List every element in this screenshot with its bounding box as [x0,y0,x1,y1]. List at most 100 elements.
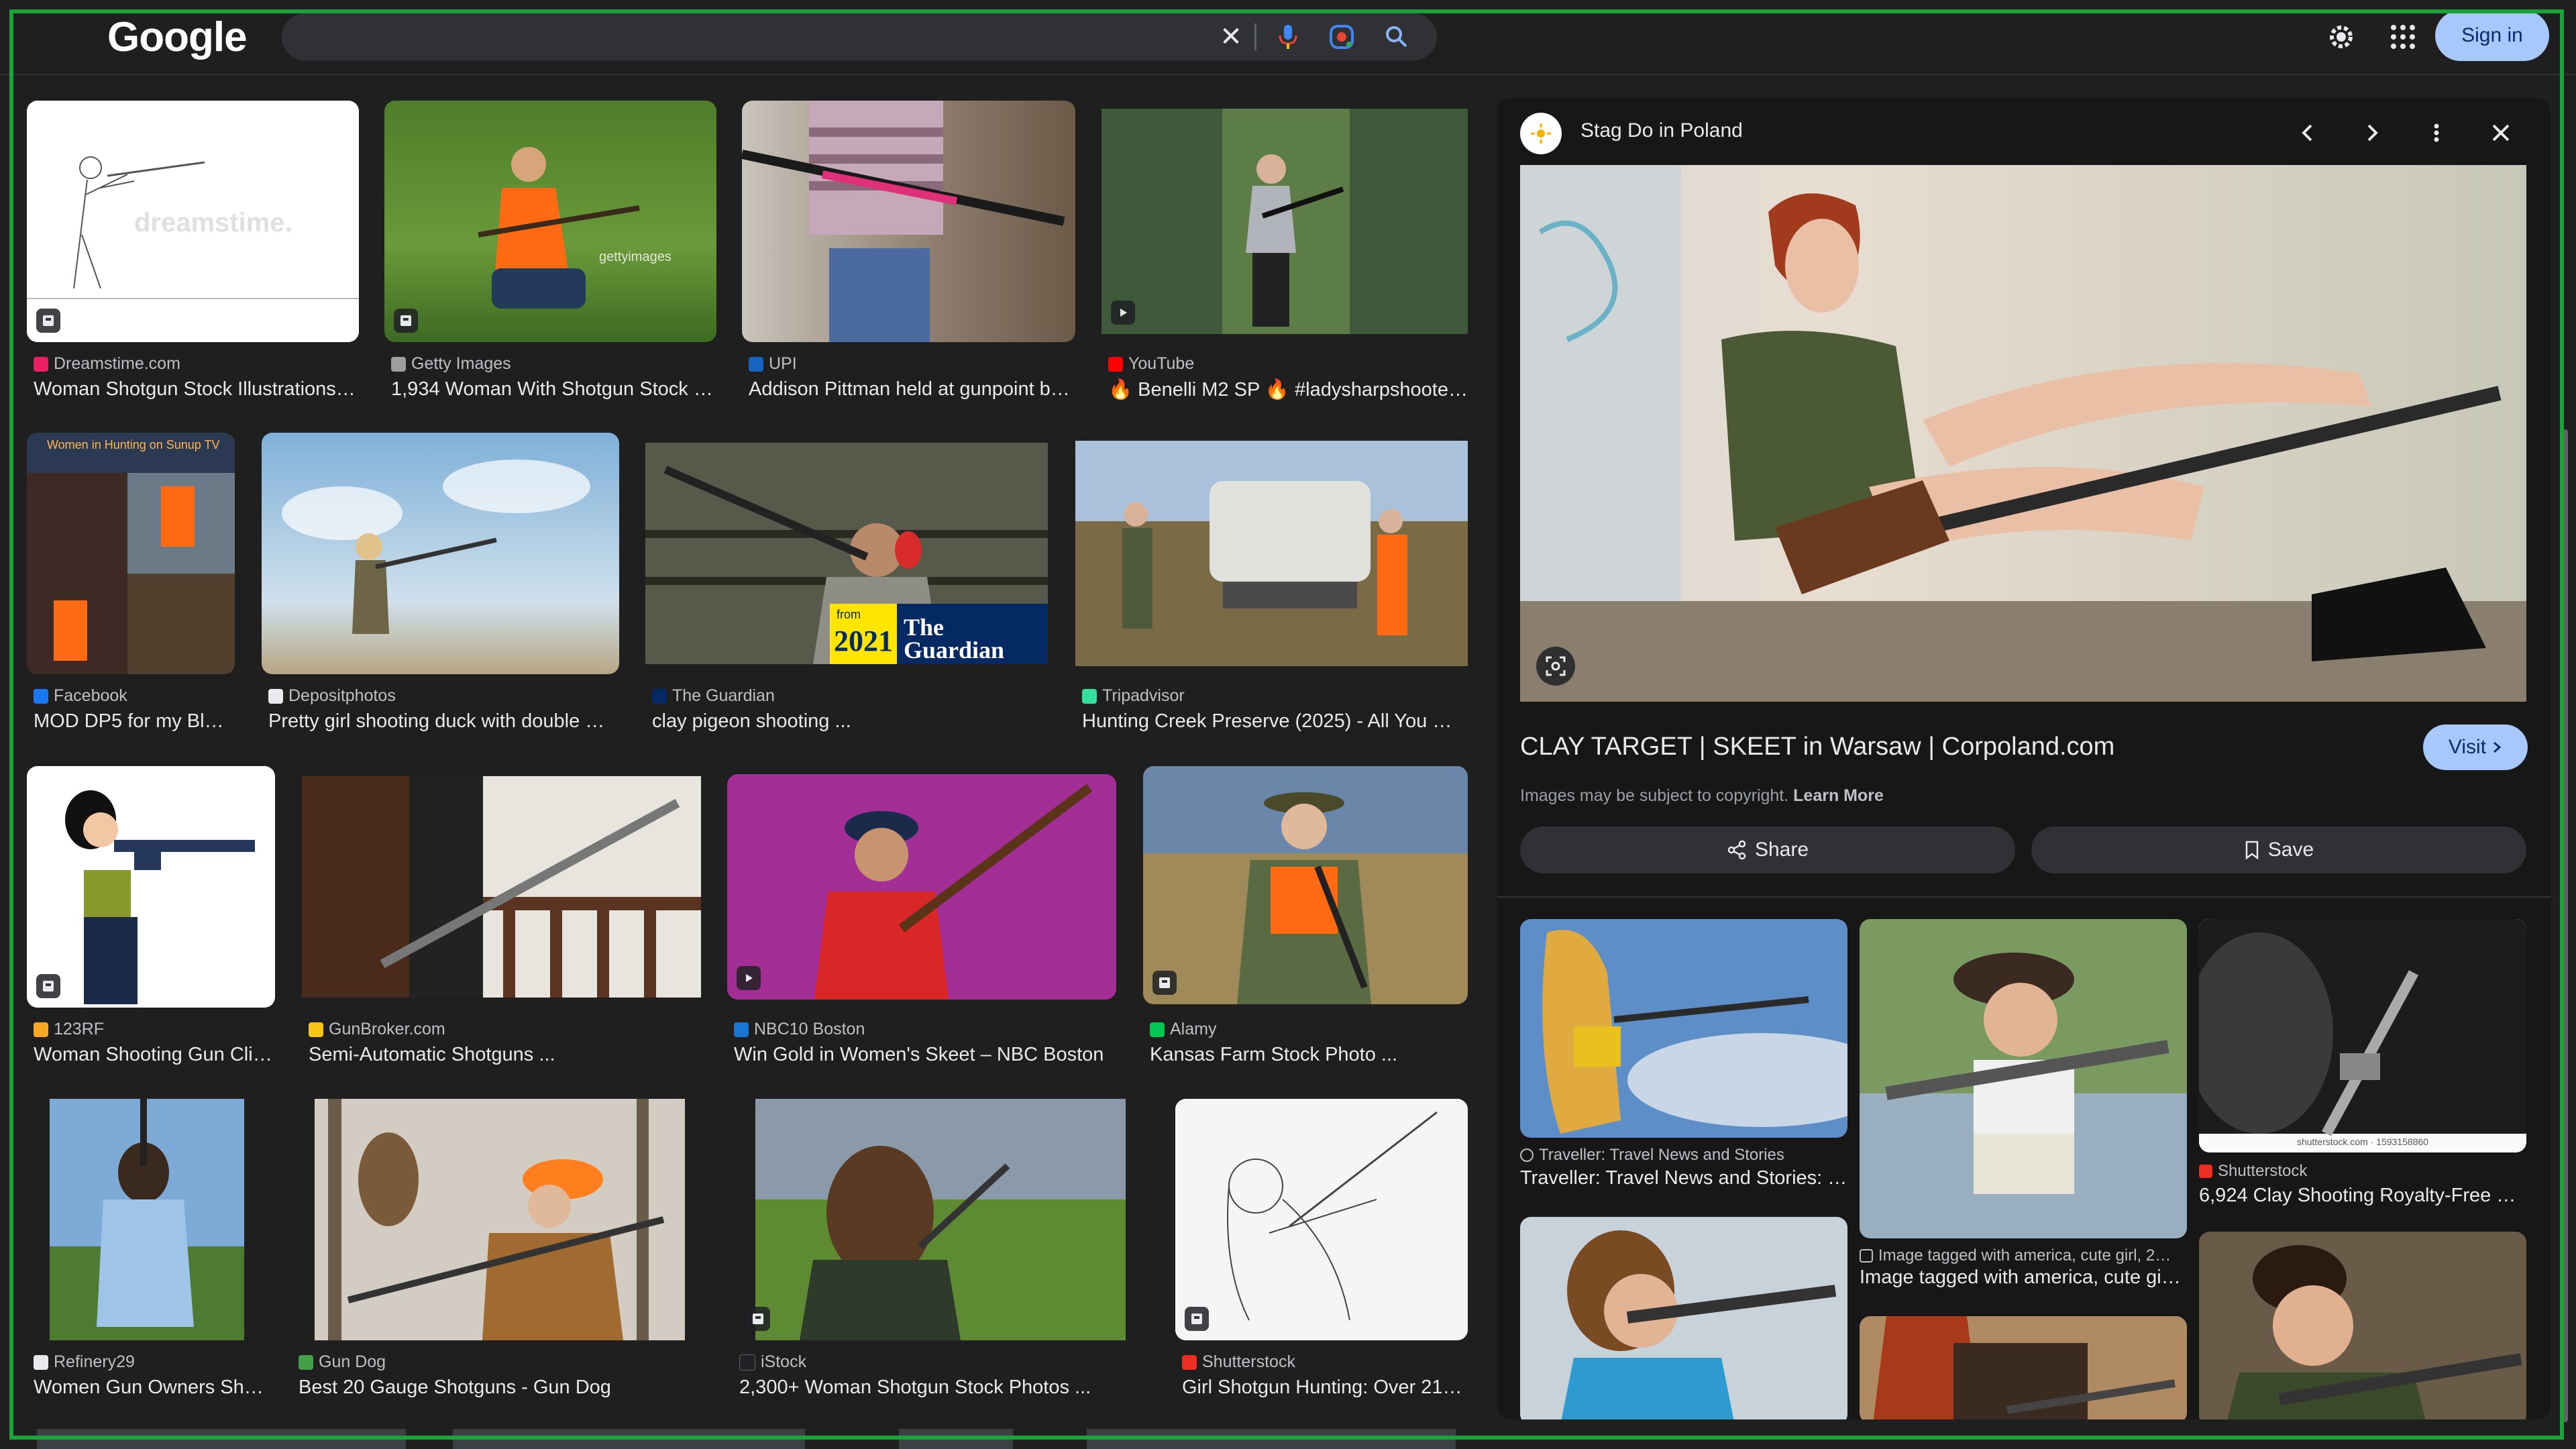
result-title[interactable]: clay pigeon shooting ... [652,710,1048,733]
result-title[interactable]: Pretty girl shooting duck with double … [268,710,621,733]
related-thumbnail[interactable] [1860,919,2187,1238]
panel-header: Stag Do in Poland [1497,98,2551,165]
related-result-card[interactable] [1860,1316,2187,1419]
result-thumbnail[interactable] [1175,1099,1468,1340]
result-thumbnail[interactable] [733,1099,1148,1340]
panel-divider [1497,896,2551,898]
result-thumbnail[interactable] [1143,766,1468,1004]
lens-search-icon[interactable] [1536,647,1575,686]
visit-button[interactable]: Visit [2423,724,2528,770]
result-thumbnail[interactable]: gettyimages [384,101,716,342]
result-thumbnail[interactable]: dreamstime. [27,101,359,342]
result-card[interactable]: Shutterstock Girl Shotgun Hunting: Over … [1175,1099,1468,1407]
site-favicon-icon [1520,113,1562,154]
result-thumbnail[interactable] [1075,441,1468,666]
related-thumbnail[interactable]: shutterstock.com · 1593158860 [2199,919,2526,1152]
chevron-right-icon[interactable] [2353,114,2391,152]
result-card[interactable]: 123RF Woman Shooting Gun Cli… [27,766,275,1075]
favicon-icon [299,1354,313,1370]
result-card[interactable]: dreamstime. Dreamstime.com Woman Shotgun… [27,101,359,409]
result-thumbnail[interactable] [262,433,619,674]
result-card[interactable]: UPI Addison Pittman held at gunpoint b… [742,101,1075,409]
result-title[interactable]: Win Gold in Women's Skeet – NBC Boston [734,1044,1120,1066]
result-thumbnail[interactable] [50,1099,244,1340]
result-title[interactable]: Woman Shooting Gun Cli… [34,1044,275,1066]
result-title[interactable]: Woman Shotgun Stock Illustrations… [34,378,362,400]
image-badge-icon [1152,971,1177,995]
related-result-card[interactable]: Image tagged with america, cute girl, 2… [1860,919,2187,1265]
result-thumbnail[interactable] [1102,109,1468,334]
panel-site-name[interactable]: Stag Do in Poland [1580,119,1743,142]
result-title[interactable]: Best 20 Gauge Shotguns - Gun Dog [299,1377,708,1399]
next-row-preview [453,1429,805,1449]
video-badge-icon [737,966,761,990]
share-button[interactable]: Share [1520,826,2015,873]
page-scrollbar[interactable] [2563,429,2568,1422]
related-thumbnail[interactable] [1520,1217,1847,1419]
result-card[interactable]: Depositphotos Pretty girl shooting duck … [262,433,619,741]
save-button[interactable]: Save [2031,826,2526,873]
result-thumbnail[interactable]: from 2021 The Guardian [645,443,1048,664]
result-card[interactable]: gettyimages Getty Images 1,934 Woman Wit… [384,101,716,409]
result-card[interactable]: Gun Dog Best 20 Gauge Shotguns - Gun Dog [292,1099,708,1407]
result-card[interactable]: GunBroker.com Semi-Automatic Shotguns ..… [302,766,701,1075]
related-result-card[interactable]: shutterstock.com · 1593158860 Shuttersto… [2199,919,2526,1206]
result-title[interactable]: Addison Pittman held at gunpoint b… [749,378,1077,400]
result-title[interactable]: Kansas Farm Stock Photo ... [1150,1044,1472,1066]
result-card[interactable]: iStock 2,300+ Woman Shotgun Stock Photos… [733,1099,1148,1407]
image-badge-icon [1185,1307,1209,1331]
result-source: YouTube [1108,354,1194,374]
guardian-name: The Guardian [904,614,1005,663]
related-title[interactable]: Traveller: Travel News and Stories: … [1520,1167,1847,1189]
result-card[interactable]: Alamy Kansas Farm Stock Photo ... [1143,766,1468,1075]
result-thumbnail[interactable] [742,101,1075,342]
facebook-thumb-headline: Women in Hunting on Sunup TV [47,438,220,451]
learn-more-link[interactable]: Learn More [1793,786,1884,805]
result-thumbnail[interactable]: Women in Hunting on Sunup TV [27,433,235,674]
related-result-card[interactable]: Traveller: Travel News and Stories Trave… [1520,919,1847,1189]
result-title[interactable]: Girl Shotgun Hunting: Over 21… [1182,1377,1470,1399]
favicon-icon [391,356,406,372]
bookmark-icon [2245,841,2259,860]
related-thumbnail[interactable] [1520,919,1847,1138]
favicon-icon [1108,356,1123,372]
result-title[interactable]: 1,934 Woman With Shotgun Stock … [391,378,720,400]
sign-in-button[interactable]: Sign in [2435,10,2549,61]
result-title[interactable]: 🔥 Benelli M2 SP 🔥 #ladysharpshoote… [1108,378,1470,401]
related-thumbnail[interactable] [2199,1232,2526,1419]
result-source: Gun Dog [299,1352,386,1372]
result-card[interactable]: Refinery29 Women Gun Owners Sh… [27,1099,275,1407]
related-result-card[interactable] [2199,1232,2526,1419]
result-card[interactable]: NBC10 Boston Win Gold in Women's Skeet –… [727,766,1116,1075]
facebook-icon [34,688,48,704]
result-title[interactable]: 2,300+ Woman Shotgun Stock Photos ... [739,1377,1148,1399]
result-title[interactable]: MOD DP5 for my Bl… [34,710,235,733]
result-source: The Guardian [652,686,775,706]
result-thumbnail[interactable] [315,1099,685,1340]
result-card[interactable]: from 2021 The Guardian The Guardian clay… [645,433,1048,741]
panel-title[interactable]: CLAY TARGET | SKEET in Warsaw | Corpolan… [1520,733,2114,761]
related-result-card[interactable] [1520,1217,1847,1419]
next-row-preview [1087,1429,1456,1449]
related-source: Shutterstock [2199,1162,2526,1181]
result-thumbnail[interactable] [302,776,701,998]
preview-image[interactable] [1520,165,2526,702]
apps-grid-icon[interactable] [2383,17,2423,57]
chevron-left-icon[interactable] [2289,114,2326,152]
result-thumbnail[interactable] [27,766,275,1008]
close-icon[interactable] [2482,114,2520,152]
gear-icon[interactable] [2321,17,2361,57]
result-thumbnail[interactable] [727,774,1116,1000]
result-card[interactable]: Women in Hunting on Sunup TV Facebook MO… [27,433,235,741]
related-title[interactable]: Image tagged with america, cute gir… [1860,1267,2187,1289]
result-source: Tripadvisor [1082,686,1185,706]
result-card[interactable]: YouTube 🔥 Benelli M2 SP 🔥 #ladysharpshoo… [1102,101,1468,409]
result-title[interactable]: Semi-Automatic Shotguns ... [309,1044,704,1066]
result-title[interactable]: Hunting Creek Preserve (2025) - All You … [1082,710,1471,733]
result-source: Refinery29 [34,1352,135,1372]
result-card[interactable]: Tripadvisor Hunting Creek Preserve (2025… [1075,433,1468,741]
more-vert-icon[interactable] [2418,114,2455,152]
result-title[interactable]: Women Gun Owners Sh… [34,1377,275,1399]
related-thumbnail[interactable] [1860,1316,2187,1419]
related-title[interactable]: 6,924 Clay Shooting Royalty-Free … [2199,1185,2526,1207]
